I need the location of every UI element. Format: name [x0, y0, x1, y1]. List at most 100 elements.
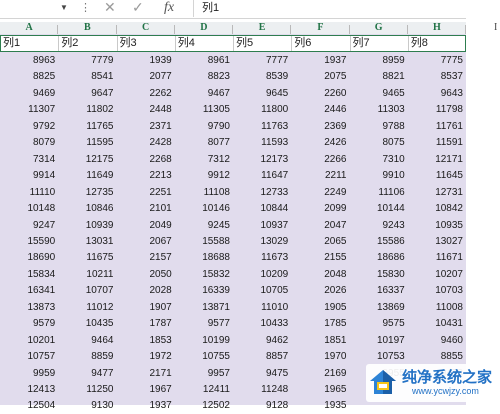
- table-cell[interactable]: 11763: [233, 119, 288, 135]
- table-cell[interactable]: 13027: [408, 234, 463, 250]
- table-cell[interactable]: 12731: [408, 185, 463, 201]
- table-cell[interactable]: 1905: [291, 300, 346, 316]
- table-cell[interactable]: 9130: [58, 398, 113, 414]
- table-cell[interactable]: 10846: [58, 201, 114, 217]
- table-cell[interactable]: 2157: [117, 250, 172, 266]
- table-cell[interactable]: 10146: [175, 201, 230, 217]
- table-cell[interactable]: 11675: [58, 250, 113, 266]
- table-cell[interactable]: 12413: [0, 382, 55, 398]
- table-cell[interactable]: 9788: [350, 119, 405, 135]
- table-cell[interactable]: 9464: [58, 333, 113, 349]
- table-cell[interactable]: 7310: [350, 152, 405, 168]
- table-cell[interactable]: 11110: [0, 185, 56, 201]
- table-cell[interactable]: 8959: [350, 53, 405, 69]
- table-cell[interactable]: 1937: [117, 398, 172, 414]
- table-cell[interactable]: 2428: [117, 135, 172, 151]
- table-cell[interactable]: 2026: [291, 283, 346, 299]
- active-cell[interactable]: 列1: [1, 36, 60, 51]
- table-cell[interactable]: 2262: [117, 86, 172, 102]
- table-cell[interactable]: 9477: [58, 366, 113, 382]
- table-cell[interactable]: 10935: [408, 218, 463, 234]
- table-cell[interactable]: 10707: [58, 283, 114, 299]
- table-cell[interactable]: 8075: [350, 135, 405, 151]
- table-cell[interactable]: 2260: [291, 86, 346, 102]
- formula-input[interactable]: 列1: [193, 0, 500, 17]
- table-cell[interactable]: 11303: [350, 102, 405, 118]
- table-cell[interactable]: 10755: [175, 349, 230, 365]
- table-cell[interactable]: 10703: [408, 283, 463, 299]
- table-cell[interactable]: 2075: [291, 69, 346, 85]
- table-cell[interactable]: 13029: [233, 234, 288, 250]
- table-cell[interactable]: 9647: [58, 86, 113, 102]
- table-cell[interactable]: 15832: [175, 267, 230, 283]
- table-cell[interactable]: 9467: [175, 86, 230, 102]
- table-cell[interactable]: 10199: [175, 333, 230, 349]
- table-cell[interactable]: 2028: [117, 283, 172, 299]
- table-cell[interactable]: 11798: [408, 102, 463, 118]
- table-cell[interactable]: 1939: [117, 53, 172, 69]
- table-cell[interactable]: 12733: [233, 185, 288, 201]
- table-cell[interactable]: 11248: [233, 382, 288, 398]
- table-cell[interactable]: 11802: [58, 102, 113, 118]
- table-cell[interactable]: 1853: [117, 333, 172, 349]
- table-cell[interactable]: 9790: [175, 119, 230, 135]
- table-cell[interactable]: 13871: [175, 300, 230, 316]
- table-cell[interactable]: 2047: [291, 218, 346, 234]
- table-cell[interactable]: 11012: [58, 300, 113, 316]
- table-cell[interactable]: 9243: [350, 218, 405, 234]
- table-cell[interactable]: 2155: [291, 250, 346, 266]
- table-cell[interactable]: 8821: [350, 69, 405, 85]
- table-cell[interactable]: 11106: [350, 185, 404, 201]
- table-cell[interactable]: 10753: [350, 349, 405, 365]
- table-cell[interactable]: 12175: [58, 152, 114, 168]
- table-cell[interactable]: 10435: [58, 316, 114, 332]
- table-cell[interactable]: 1851: [291, 333, 346, 349]
- table-cell[interactable]: 15586: [350, 234, 405, 250]
- table-cell[interactable]: 11765: [58, 119, 113, 135]
- column-header-f[interactable]: F: [291, 22, 350, 34]
- table-cell[interactable]: 2065: [291, 234, 346, 250]
- table-cell[interactable]: 10209: [233, 267, 288, 283]
- header-cell[interactable]: 列3: [118, 36, 176, 51]
- table-cell[interactable]: 9465: [350, 86, 405, 102]
- table-cell[interactable]: 1967: [117, 382, 172, 398]
- table-cell[interactable]: 9460: [408, 333, 463, 349]
- table-cell[interactable]: 11645: [408, 168, 463, 184]
- table-cell[interactable]: 15830: [350, 267, 405, 283]
- table-cell[interactable]: 1937: [291, 53, 346, 69]
- column-header-h[interactable]: H: [407, 22, 466, 34]
- table-cell[interactable]: 2446: [291, 102, 346, 118]
- close-icon[interactable]: ✕: [104, 0, 116, 16]
- table-cell[interactable]: 10431: [408, 316, 463, 332]
- table-cell[interactable]: 1965: [291, 382, 346, 398]
- table-cell[interactable]: 8823: [175, 69, 230, 85]
- table-cell[interactable]: 10197: [350, 333, 405, 349]
- table-cell[interactable]: 9128: [233, 398, 288, 414]
- table-cell[interactable]: 9575: [350, 316, 405, 332]
- table-cell[interactable]: 10844: [233, 201, 288, 217]
- table-cell[interactable]: 12171: [408, 152, 463, 168]
- table-cell[interactable]: 7314: [0, 152, 55, 168]
- table-cell[interactable]: 16339: [175, 283, 230, 299]
- table-cell[interactable]: 16337: [350, 283, 405, 299]
- table-cell[interactable]: 11761: [408, 119, 463, 135]
- table-cell[interactable]: 11595: [58, 135, 113, 151]
- column-header-b[interactable]: B: [58, 22, 117, 34]
- header-cell[interactable]: 列6: [292, 36, 351, 51]
- table-cell[interactable]: 2077: [117, 69, 172, 85]
- table-cell[interactable]: 8079: [0, 135, 55, 151]
- table-cell[interactable]: 9247: [0, 218, 55, 234]
- table-cell[interactable]: 2213: [117, 168, 172, 184]
- table-cell[interactable]: 12504: [0, 398, 55, 414]
- table-cell[interactable]: 9469: [0, 86, 55, 102]
- table-cell[interactable]: 2050: [117, 267, 172, 283]
- header-cell[interactable]: 列8: [409, 36, 467, 51]
- table-cell[interactable]: 12411: [175, 382, 230, 398]
- table-cell[interactable]: 9792: [0, 119, 55, 135]
- table-cell[interactable]: 10144: [350, 201, 405, 217]
- table-cell[interactable]: 12502: [175, 398, 230, 414]
- table-cell[interactable]: 12173: [233, 152, 288, 168]
- table-cell[interactable]: 8857: [233, 349, 288, 365]
- table-cell[interactable]: 10705: [233, 283, 288, 299]
- name-box-dropdown-icon[interactable]: ▼: [60, 3, 68, 12]
